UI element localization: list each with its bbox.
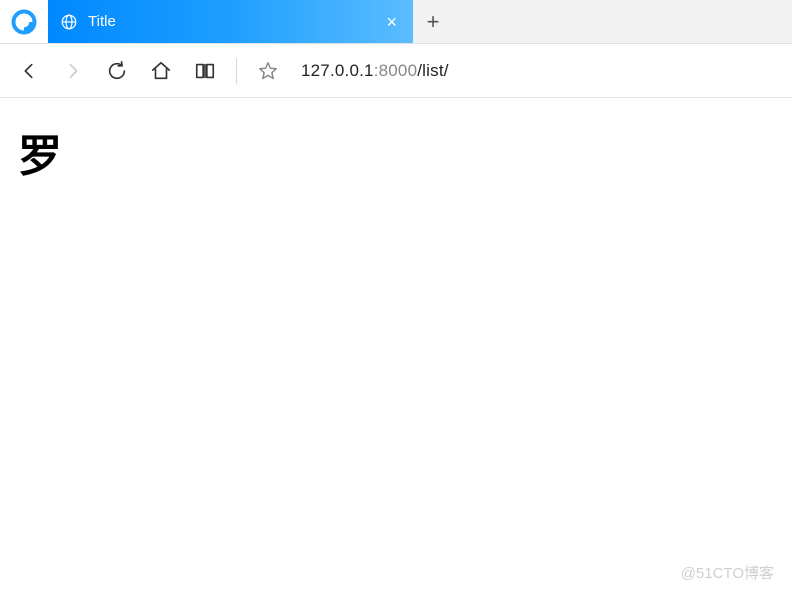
- address-host: 127.0.0.1: [301, 61, 374, 80]
- globe-icon: [60, 13, 78, 31]
- bookmark-button[interactable]: [257, 60, 279, 82]
- address-port: :8000: [374, 61, 418, 80]
- tab-close-button[interactable]: ×: [382, 11, 401, 33]
- page-content: 罗: [0, 98, 792, 206]
- tab-strip: Title × +: [0, 0, 792, 44]
- page-heading: 罗: [18, 120, 774, 184]
- address-bar[interactable]: 127.0.0.1:8000/list/: [301, 61, 774, 81]
- toolbar: 127.0.0.1:8000/list/: [0, 44, 792, 98]
- browser-logo: [0, 0, 48, 43]
- active-tab[interactable]: Title ×: [48, 0, 413, 43]
- toolbar-separator: [236, 58, 237, 84]
- forward-button[interactable]: [62, 60, 84, 82]
- reload-button[interactable]: [106, 60, 128, 82]
- reader-button[interactable]: [194, 60, 216, 82]
- address-path: /list/: [417, 61, 448, 80]
- home-button[interactable]: [150, 60, 172, 82]
- tab-title: Title: [88, 13, 372, 30]
- watermark: @51CTO博客: [681, 562, 774, 583]
- back-button[interactable]: [18, 60, 40, 82]
- new-tab-button[interactable]: +: [413, 0, 453, 43]
